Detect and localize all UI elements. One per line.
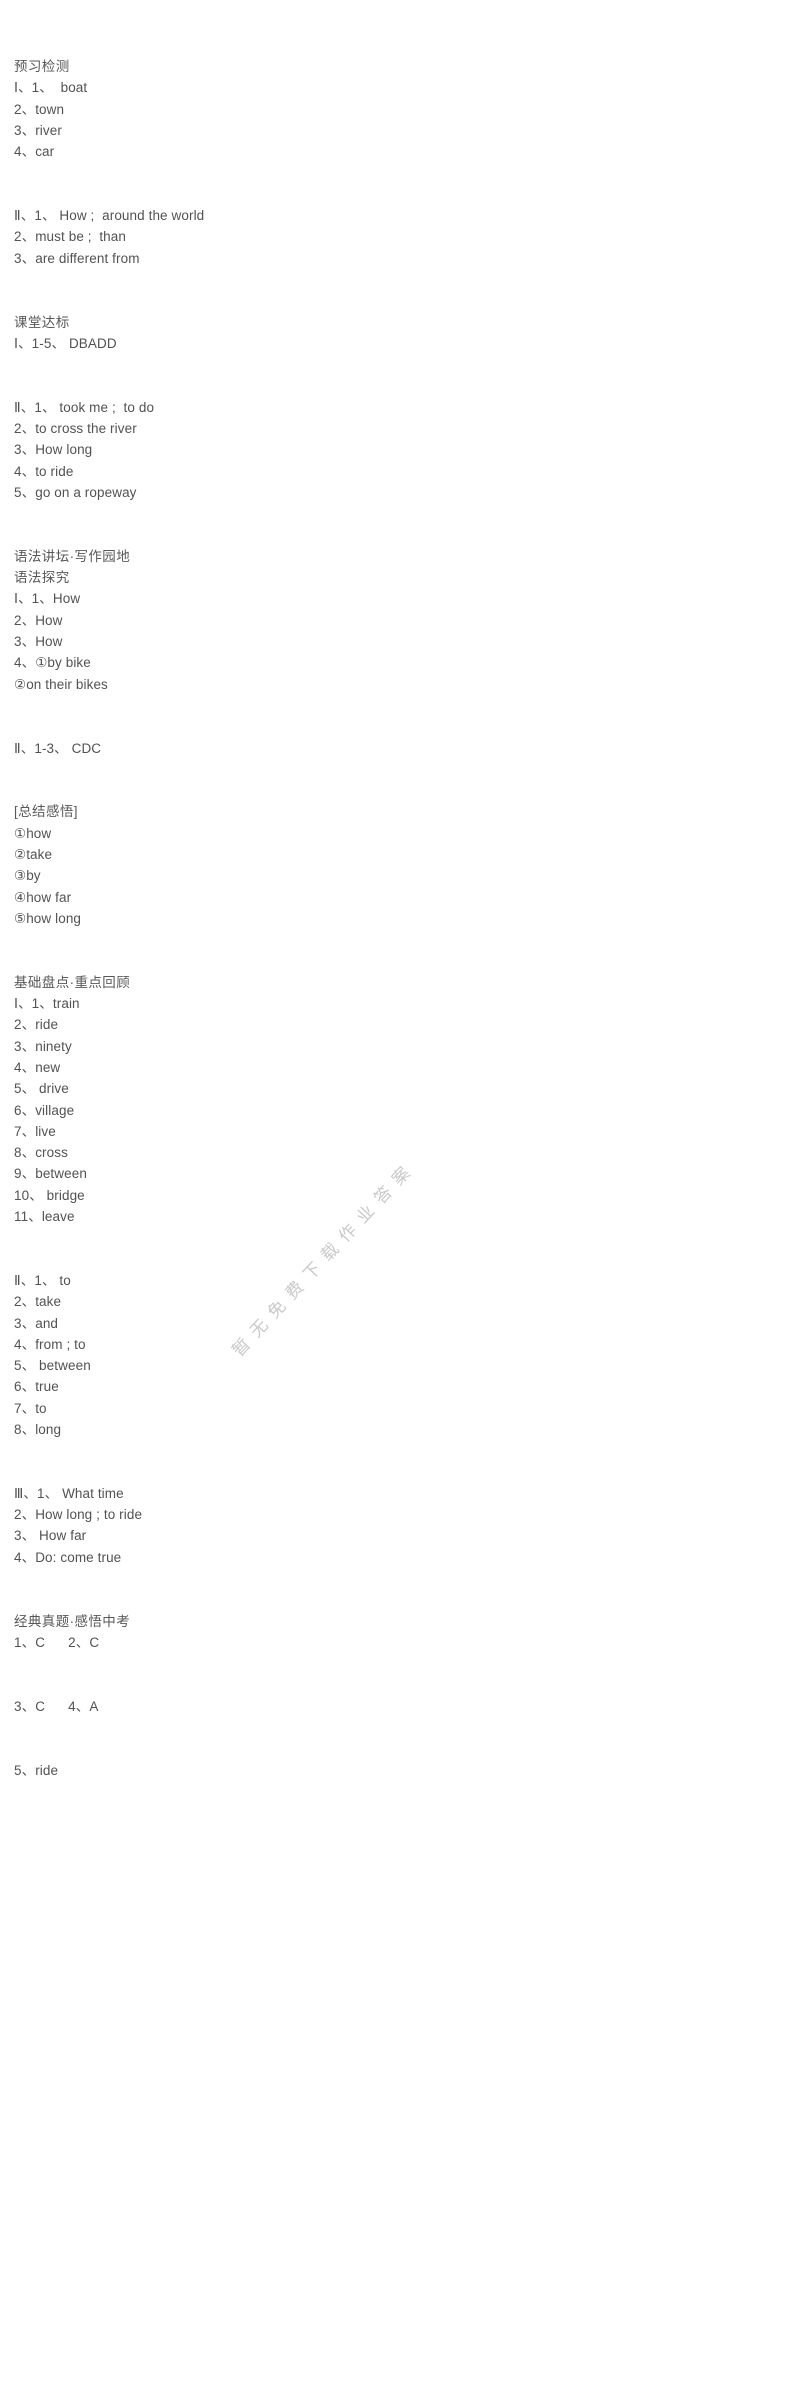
section-heading: 预习检测 <box>14 59 70 74</box>
section-heading: 语法讲坛·写作园地 <box>14 548 131 564</box>
answer-line: 5、 between <box>14 1358 91 1374</box>
answer-line: Ⅲ、1、 What time <box>14 1485 124 1501</box>
answer-line: 2、How <box>14 612 63 628</box>
answer-line: 8、cross <box>14 1145 68 1161</box>
answer-line: 3、How long <box>14 442 93 458</box>
answer-line: 3、C 4、A <box>14 1698 99 1714</box>
answer-line: ①how <box>14 825 52 841</box>
answer-line: Ⅰ、1、train <box>14 996 80 1012</box>
answer-line: ⑤how long <box>14 910 82 926</box>
answer-line: 1、C 2、C <box>14 1634 100 1650</box>
answer-line: 7、live <box>14 1123 56 1139</box>
answer-line: ②take <box>14 846 53 862</box>
answer-line: Ⅰ、1、How <box>14 591 81 607</box>
answer-line: 2、take <box>14 1294 62 1310</box>
answer-line: 5、go on a ropeway <box>14 484 137 500</box>
answer-line: 8、long <box>14 1422 62 1437</box>
answer-line: 7、to <box>14 1400 47 1416</box>
section-heading: [总结感悟] <box>14 804 78 820</box>
answer-line: 4、car <box>14 144 55 160</box>
answer-line: 2、How long ; to ride <box>14 1507 143 1523</box>
answer-line: Ⅱ、1、 How ; around the world <box>14 208 205 224</box>
answer-line: 4、Do: come true <box>14 1549 122 1565</box>
answer-line: 3、How <box>14 634 63 650</box>
answer-line: 4、from ; to <box>14 1336 86 1352</box>
answer-line: 3、river <box>14 122 62 138</box>
answer-key-content: 预习检测 Ⅰ、1、 boat 2、town 3、river 4、car Ⅱ、1、 How … <box>14 56 574 1781</box>
answer-line: 2、town <box>14 101 65 117</box>
answer-line: Ⅱ、1、 took me ; to do <box>14 399 155 415</box>
section-heading: 经典真题·感悟中考 <box>14 1613 131 1629</box>
answer-line: Ⅱ、1-3、 CDC <box>14 740 102 756</box>
answer-line: 5、 drive <box>14 1081 69 1097</box>
answer-line: Ⅱ、1、 to <box>14 1272 71 1288</box>
answer-line: 3、and <box>14 1315 59 1331</box>
answer-line: 2、must be ; than <box>14 229 127 245</box>
answer-line: 6、village <box>14 1102 75 1118</box>
document-page: 预习检测 Ⅰ、1、 boat 2、town 3、river 4、car Ⅱ、1、 How … <box>0 0 800 2390</box>
answer-line: Ⅰ、1、 boat <box>14 80 88 96</box>
answer-line: 11、leave <box>14 1209 75 1225</box>
answer-line: 3、 How far <box>14 1528 87 1544</box>
answer-line: 10、 bridge <box>14 1187 85 1203</box>
answer-line: 4、①by bike <box>14 655 91 671</box>
section-heading: 课堂达标 <box>14 314 70 330</box>
answer-line: 9、between <box>14 1166 87 1182</box>
answer-line: 2、to cross the river <box>14 421 137 437</box>
answer-line: ②on their bikes <box>14 676 108 692</box>
section-heading: 基础盘点·重点回顾 <box>14 974 131 990</box>
answer-line: ③by <box>14 868 41 884</box>
answer-line: 6、true <box>14 1379 59 1395</box>
answer-line: 3、ninety <box>14 1038 72 1054</box>
answer-line: 5、ride <box>14 1762 59 1778</box>
answer-line: 4、to ride <box>14 463 74 479</box>
answer-line: 4、new <box>14 1059 61 1075</box>
answer-line: Ⅰ、1-5、 DBADD <box>14 335 117 351</box>
answer-line: 2、ride <box>14 1017 59 1033</box>
answer-line: 3、are different from <box>14 250 140 266</box>
section-heading: 语法探究 <box>14 570 70 586</box>
answer-line: ④how far <box>14 889 72 905</box>
